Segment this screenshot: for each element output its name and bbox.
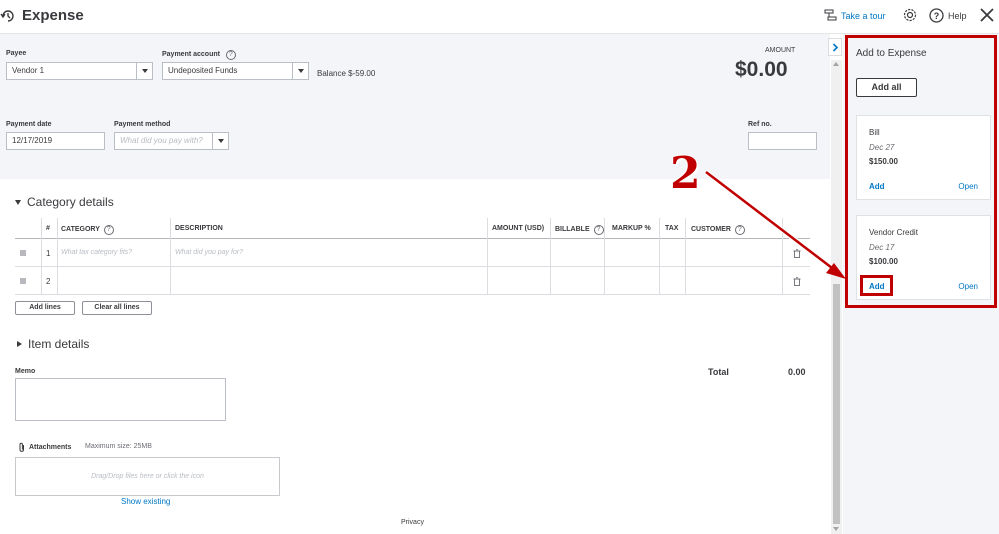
- add-lines-button[interactable]: Add lines: [15, 301, 75, 315]
- col-header-category: CATEGORY ?: [61, 225, 114, 235]
- help-label: Help: [948, 10, 967, 21]
- col-header-billable-text: BILLABLE: [555, 226, 590, 233]
- collapse-panel-button[interactable]: [828, 38, 842, 56]
- divider: [550, 218, 551, 295]
- attachments-label-text: Attachments: [29, 444, 72, 451]
- ref-no-label: Ref no.: [748, 121, 772, 128]
- divider: [782, 218, 783, 295]
- privacy-link[interactable]: Privacy: [401, 519, 424, 526]
- chevron-right-icon: [832, 42, 838, 52]
- take-tour-label: Take a tour: [841, 10, 886, 21]
- take-tour-link[interactable]: Take a tour: [824, 9, 886, 22]
- clear-all-lines-button[interactable]: Clear all lines: [82, 301, 152, 315]
- col-header-customer-text: CUSTOMER: [691, 226, 731, 233]
- page-title: Expense: [22, 7, 84, 24]
- col-header-billable: BILLABLE ?: [555, 225, 604, 235]
- help-icon: ?: [929, 8, 944, 23]
- info-icon[interactable]: ?: [103, 225, 114, 235]
- annotation-highlight-add: [860, 275, 893, 296]
- description-cell[interactable]: What did you pay for?: [175, 249, 243, 256]
- scroll-down-icon[interactable]: [833, 527, 839, 531]
- divider: [57, 218, 58, 295]
- attachments-label[interactable]: Attachments: [18, 442, 71, 453]
- item-details-toggle[interactable]: Item details: [17, 337, 89, 351]
- scroll-thumb[interactable]: [833, 284, 840, 524]
- payment-date-label: Payment date: [6, 121, 52, 128]
- category-details-title: Category details: [27, 195, 114, 209]
- svg-text:?: ?: [934, 11, 940, 21]
- payment-account-label-text: Payment account: [162, 51, 220, 58]
- annotation-step-number: 2: [670, 148, 701, 199]
- col-header-description: DESCRIPTION: [175, 225, 223, 232]
- close-icon[interactable]: [978, 6, 996, 24]
- info-icon[interactable]: ?: [734, 225, 745, 235]
- chevron-down-icon[interactable]: [212, 133, 228, 149]
- caret-down-icon: [15, 199, 21, 205]
- paperclip-icon: [19, 442, 24, 452]
- scroll-up-icon[interactable]: [833, 62, 839, 66]
- divider: [604, 218, 605, 295]
- drag-handle-icon[interactable]: [20, 278, 26, 284]
- row-number: 1: [46, 249, 51, 258]
- chevron-down-icon[interactable]: [292, 63, 308, 79]
- payment-account-value: Undeposited Funds: [168, 66, 238, 75]
- table-header-row: # CATEGORY ? DESCRIPTION AMOUNT (USD) BI…: [15, 218, 810, 239]
- col-header-category-text: CATEGORY: [61, 226, 100, 233]
- ref-no-input[interactable]: [748, 132, 817, 150]
- item-details-title: Item details: [28, 337, 90, 351]
- category-details-toggle[interactable]: Category details: [15, 195, 114, 209]
- memo-textarea[interactable]: [15, 378, 226, 421]
- attachment-dropzone[interactable]: Drag/Drop files here or click the icon: [15, 457, 280, 496]
- payment-method-select[interactable]: What did you pay with?: [114, 132, 229, 150]
- divider: [659, 218, 660, 295]
- payment-method-label: Payment method: [114, 121, 171, 128]
- table-row[interactable]: 2: [15, 267, 810, 295]
- show-existing-link[interactable]: Show existing: [121, 497, 170, 506]
- payment-date-value: 12/17/2019: [12, 136, 53, 145]
- col-header-amount: AMOUNT (USD): [492, 225, 545, 232]
- tour-icon: [824, 9, 837, 21]
- payee-value: Vendor 1: [12, 66, 45, 75]
- annotation-highlight-box: [845, 35, 997, 308]
- max-size-text: Maximum size: 25MB: [85, 443, 152, 450]
- chevron-down-icon[interactable]: [136, 63, 152, 79]
- payment-date-input[interactable]: 12/17/2019: [6, 132, 105, 150]
- info-icon[interactable]: ?: [593, 225, 604, 235]
- col-header-markup: MARKUP %: [612, 225, 651, 232]
- trash-icon[interactable]: [793, 249, 801, 258]
- memo-label: Memo: [15, 368, 36, 375]
- caret-right-icon: [17, 341, 22, 347]
- payment-account-label: Payment account ?: [162, 50, 236, 60]
- scrollbar[interactable]: [831, 60, 842, 534]
- divider: [487, 218, 488, 295]
- total-value: 0.00: [788, 367, 806, 377]
- category-cell[interactable]: What tax category fits?: [61, 249, 132, 256]
- trash-icon[interactable]: [793, 277, 801, 286]
- divider: [170, 218, 171, 295]
- payee-label: Payee: [6, 50, 27, 57]
- col-header-customer: CUSTOMER ?: [691, 225, 745, 235]
- help-button[interactable]: ? Help: [929, 8, 967, 23]
- col-header-num: #: [46, 225, 50, 232]
- row-number: 2: [46, 277, 51, 286]
- payment-account-select[interactable]: Undeposited Funds: [162, 62, 309, 80]
- balance-text: Balance $-59.00: [317, 69, 376, 78]
- drag-handle-icon[interactable]: [20, 250, 26, 256]
- history-icon[interactable]: [0, 8, 16, 24]
- col-header-tax: TAX: [665, 225, 679, 232]
- payment-method-placeholder: What did you pay with?: [120, 136, 203, 145]
- top-bar: Expense Take a tour ? Help: [0, 0, 999, 34]
- table-row[interactable]: 1 What tax category fits? What did you p…: [15, 239, 810, 267]
- amount-label: AMOUNT: [765, 47, 796, 54]
- divider: [685, 218, 686, 295]
- expense-header: [0, 34, 830, 179]
- total-label: Total: [708, 367, 729, 377]
- info-icon[interactable]: ?: [225, 50, 236, 60]
- divider: [41, 218, 42, 295]
- amount-value: $0.00: [735, 58, 788, 81]
- payee-select[interactable]: Vendor 1: [6, 62, 153, 80]
- gear-icon[interactable]: [902, 7, 918, 23]
